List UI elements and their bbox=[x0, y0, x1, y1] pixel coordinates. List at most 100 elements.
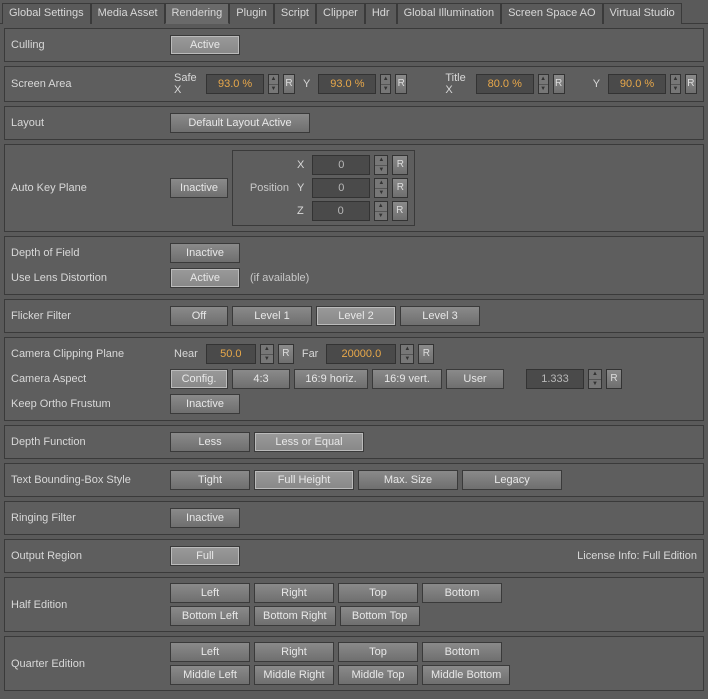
ortho-toggle[interactable]: Inactive bbox=[170, 394, 240, 414]
near-spinner[interactable]: ▲▼ bbox=[260, 344, 274, 364]
screen-area-label: Screen Area bbox=[11, 78, 166, 90]
textbb-legacy[interactable]: Legacy bbox=[462, 470, 562, 490]
aspect-reset[interactable]: R bbox=[606, 369, 622, 389]
pos-x-reset[interactable]: R bbox=[392, 155, 408, 175]
title-y-spinner[interactable]: ▲▼ bbox=[670, 74, 681, 94]
lens-dist-toggle[interactable]: Active bbox=[170, 268, 240, 288]
depthfunc-le[interactable]: Less or Equal bbox=[254, 432, 364, 452]
far-spinner[interactable]: ▲▼ bbox=[400, 344, 414, 364]
layout-button[interactable]: Default Layout Active bbox=[170, 113, 310, 133]
half-br[interactable]: Bottom Right bbox=[254, 606, 336, 626]
textbb-full[interactable]: Full Height bbox=[254, 470, 354, 490]
rendering-panel: Culling Active Screen Area Safe X ▲▼ R Y… bbox=[0, 24, 708, 699]
tab-bar: Global Settings Media Asset Rendering Pl… bbox=[0, 0, 708, 24]
flicker-l1[interactable]: Level 1 bbox=[232, 306, 312, 326]
tab-media-asset[interactable]: Media Asset bbox=[91, 3, 165, 24]
textbb-max[interactable]: Max. Size bbox=[358, 470, 458, 490]
near-input[interactable] bbox=[206, 344, 256, 364]
clip-label: Camera Clipping Plane bbox=[11, 348, 166, 360]
title-y-reset[interactable]: R bbox=[685, 74, 697, 94]
title-y-input[interactable] bbox=[608, 74, 666, 94]
half-top[interactable]: Top bbox=[338, 583, 418, 603]
pos-y-spinner[interactable]: ▲▼ bbox=[374, 178, 388, 198]
pos-x-spinner[interactable]: ▲▼ bbox=[374, 155, 388, 175]
auto-key-plane-toggle[interactable]: Inactive bbox=[170, 178, 228, 198]
q-mr[interactable]: Middle Right bbox=[254, 665, 334, 685]
tab-script[interactable]: Script bbox=[274, 3, 316, 24]
position-box: Position X ▲▼ R Y ▲▼ R Z ▲▼ bbox=[232, 150, 415, 226]
output-region-full[interactable]: Full bbox=[170, 546, 240, 566]
pos-y-reset[interactable]: R bbox=[392, 178, 408, 198]
half-bl[interactable]: Bottom Left bbox=[170, 606, 250, 626]
safe-x-input[interactable] bbox=[206, 74, 264, 94]
half-bottom[interactable]: Bottom bbox=[422, 583, 502, 603]
q-top[interactable]: Top bbox=[338, 642, 418, 662]
q-mt[interactable]: Middle Top bbox=[338, 665, 418, 685]
far-input[interactable] bbox=[326, 344, 396, 364]
safe-x-label: Safe X bbox=[170, 72, 202, 96]
q-bottom[interactable]: Bottom bbox=[422, 642, 502, 662]
flicker-label: Flicker Filter bbox=[11, 310, 166, 322]
pos-z-label: Z bbox=[293, 205, 308, 217]
half-edition-label: Half Edition bbox=[11, 599, 166, 611]
ortho-label: Keep Ortho Frustum bbox=[11, 398, 166, 410]
tab-virtual-studio[interactable]: Virtual Studio bbox=[603, 3, 682, 24]
tab-rendering[interactable]: Rendering bbox=[165, 3, 230, 24]
pos-x-input[interactable] bbox=[312, 155, 370, 175]
flicker-off[interactable]: Off bbox=[170, 306, 228, 326]
pos-y-label: Y bbox=[293, 182, 308, 194]
far-reset[interactable]: R bbox=[418, 344, 434, 364]
tab-global-illumination[interactable]: Global Illumination bbox=[397, 3, 502, 24]
near-reset[interactable]: R bbox=[278, 344, 294, 364]
safe-y-spinner[interactable]: ▲▼ bbox=[380, 74, 391, 94]
layout-label: Layout bbox=[11, 117, 166, 129]
culling-label: Culling bbox=[11, 39, 166, 51]
near-label: Near bbox=[170, 348, 202, 360]
title-x-reset[interactable]: R bbox=[553, 74, 565, 94]
aspect-label: Camera Aspect bbox=[11, 373, 166, 385]
ringing-toggle[interactable]: Inactive bbox=[170, 508, 240, 528]
title-x-label: Title X bbox=[441, 72, 471, 96]
half-right[interactable]: Right bbox=[254, 583, 334, 603]
pos-z-spinner[interactable]: ▲▼ bbox=[374, 201, 388, 221]
aspect-config[interactable]: Config. bbox=[170, 369, 228, 389]
aspect-169h[interactable]: 16:9 horiz. bbox=[294, 369, 368, 389]
flicker-l3[interactable]: Level 3 bbox=[400, 306, 480, 326]
title-x-input[interactable] bbox=[476, 74, 534, 94]
safe-y-label: Y bbox=[299, 78, 314, 90]
tab-global-settings[interactable]: Global Settings bbox=[2, 3, 91, 24]
aspect-input[interactable] bbox=[526, 369, 584, 389]
pos-z-input[interactable] bbox=[312, 201, 370, 221]
q-right[interactable]: Right bbox=[254, 642, 334, 662]
pos-z-reset[interactable]: R bbox=[392, 201, 408, 221]
tab-hdr[interactable]: Hdr bbox=[365, 3, 397, 24]
pos-y-input[interactable] bbox=[312, 178, 370, 198]
culling-toggle[interactable]: Active bbox=[170, 35, 240, 55]
title-y-label: Y bbox=[589, 78, 604, 90]
safe-x-spinner[interactable]: ▲▼ bbox=[268, 74, 279, 94]
q-left[interactable]: Left bbox=[170, 642, 250, 662]
dof-toggle[interactable]: Inactive bbox=[170, 243, 240, 263]
far-label: Far bbox=[298, 348, 323, 360]
half-left[interactable]: Left bbox=[170, 583, 250, 603]
safe-y-input[interactable] bbox=[318, 74, 376, 94]
safe-x-reset[interactable]: R bbox=[283, 74, 295, 94]
tab-ssao[interactable]: Screen Space AO bbox=[501, 3, 602, 24]
aspect-169v[interactable]: 16:9 vert. bbox=[372, 369, 442, 389]
output-region-label: Output Region bbox=[11, 550, 166, 562]
aspect-user[interactable]: User bbox=[446, 369, 504, 389]
tab-clipper[interactable]: Clipper bbox=[316, 3, 365, 24]
flicker-l2[interactable]: Level 2 bbox=[316, 306, 396, 326]
q-ml[interactable]: Middle Left bbox=[170, 665, 250, 685]
aspect-43[interactable]: 4:3 bbox=[232, 369, 290, 389]
tab-plugin[interactable]: Plugin bbox=[229, 3, 274, 24]
aspect-spinner[interactable]: ▲▼ bbox=[588, 369, 602, 389]
half-bt[interactable]: Bottom Top bbox=[340, 606, 420, 626]
q-mb[interactable]: Middle Bottom bbox=[422, 665, 510, 685]
safe-y-reset[interactable]: R bbox=[395, 74, 407, 94]
dof-label: Depth of Field bbox=[11, 247, 166, 259]
title-x-spinner[interactable]: ▲▼ bbox=[538, 74, 549, 94]
depthfunc-less[interactable]: Less bbox=[170, 432, 250, 452]
lens-dist-hint: (if available) bbox=[250, 272, 309, 284]
textbb-tight[interactable]: Tight bbox=[170, 470, 250, 490]
